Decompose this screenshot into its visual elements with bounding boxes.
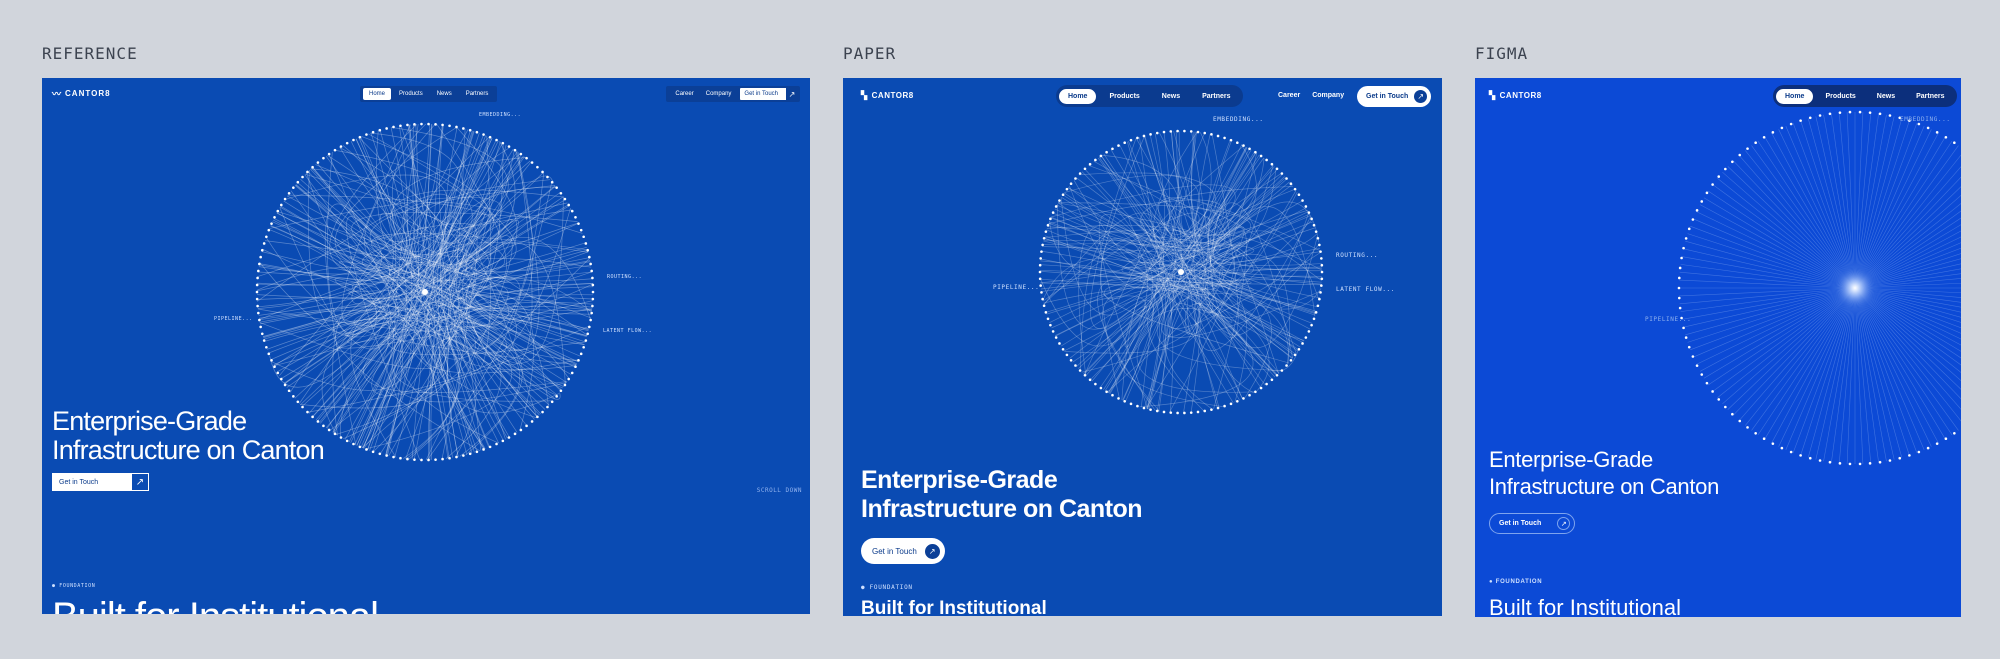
- logo-icon: ▚: [1489, 91, 1496, 100]
- arrow-up-right-icon: ↗: [786, 88, 798, 100]
- scroll-down-hint[interactable]: SCROLL DOWN: [757, 487, 802, 494]
- nav-item-partners[interactable]: Partners: [460, 88, 495, 100]
- diagram-label-routing: ROUTING...: [607, 274, 643, 280]
- center-node: [1178, 269, 1184, 275]
- diagram-label-latent-flow: LATENT FLOW...: [1336, 286, 1395, 293]
- hero-cta-label: Get in Touch: [1499, 520, 1542, 527]
- header-cta-label: Get in Touch: [1366, 93, 1409, 100]
- nav-item-news[interactable]: News: [1868, 89, 1904, 104]
- diagram-label-embedding: EMBEDDING...: [1213, 116, 1264, 123]
- arrow-up-right-icon: ↗: [1557, 517, 1571, 530]
- brand-logo[interactable]: ▚ CANTOR8: [1489, 91, 1542, 100]
- logo-text: CANTOR8: [871, 91, 914, 100]
- nav-item-products[interactable]: Products: [1100, 89, 1148, 104]
- arrow-up-right-icon: ↗: [1414, 90, 1428, 103]
- nav-item-home[interactable]: Home: [1059, 88, 1097, 104]
- network-circle-graphic: [255, 122, 595, 462]
- hero-headline: Enterprise-Grade Infrastructure on Canto…: [861, 466, 1221, 524]
- hero-headline-line2: Infrastructure on Canton: [1489, 474, 1720, 499]
- paper-panel: ▚ CANTOR8 Home Products News Partners Ca…: [843, 78, 1442, 616]
- diagram-label-pipeline: PIPELINE...: [993, 284, 1040, 291]
- logo-text: CANTOR8: [65, 89, 111, 98]
- hero-cta-button[interactable]: Get in Touch ↗: [52, 473, 149, 491]
- hero-cta-label: Get in Touch: [52, 473, 131, 491]
- hero-headline-line1: Enterprise-Grade: [861, 466, 1058, 494]
- diagram-label-pipeline: PIPELINE...: [1645, 316, 1692, 323]
- secondary-nav: Career Company Get in Touch ↗: [666, 86, 800, 102]
- section-title: Built for Institutional: [861, 598, 1047, 616]
- secondary-nav: Career Company: [1278, 92, 1344, 99]
- nav-link-company[interactable]: Company: [703, 91, 735, 97]
- main-nav: Home Products News Partners: [1773, 85, 1957, 107]
- nav-item-products[interactable]: Products: [393, 88, 429, 100]
- section-title: Built for Institutional: [52, 595, 379, 614]
- section-eyebrow-text: FOUNDATION: [1495, 579, 1543, 585]
- column-label-reference: REFERENCE: [42, 44, 138, 63]
- main-nav: Home Products News Partners: [1056, 85, 1243, 107]
- brand-logo[interactable]: ▚ CANTOR8: [861, 91, 914, 100]
- hero-headline-line2: Infrastructure on Canton: [861, 495, 1143, 523]
- header-cta-label: Get in Touch: [744, 91, 778, 97]
- diagram-label-latent-flow: LATENT FLOW...: [603, 328, 653, 334]
- column-label-paper: PAPER: [843, 44, 897, 63]
- center-glow: [1833, 266, 1877, 310]
- column-label-figma: FIGMA: [1475, 44, 1529, 63]
- nav-item-home[interactable]: Home: [363, 88, 392, 100]
- diagram-label-pipeline: PIPELINE...: [214, 316, 253, 322]
- section-eyebrow: ● FOUNDATION: [861, 584, 913, 591]
- hero-cta-button[interactable]: Get in Touch ↗: [1489, 513, 1576, 534]
- logo-icon: ▚: [861, 91, 868, 100]
- arrow-up-right-icon: ↗: [924, 543, 940, 559]
- section-eyebrow-text: FOUNDATION: [869, 584, 913, 591]
- nav-link-company[interactable]: Company: [1312, 92, 1344, 99]
- hero-cta-label: Get in Touch: [872, 546, 917, 556]
- section-eyebrow-text: FOUNDATION: [59, 583, 96, 589]
- header-cta-button[interactable]: Get in Touch ↗: [1357, 86, 1432, 107]
- nav-item-products[interactable]: Products: [1816, 89, 1864, 104]
- brand-logo[interactable]: 〰 CANTOR8: [52, 87, 111, 100]
- arrow-up-right-icon: ↗: [131, 473, 149, 491]
- hero-headline: Enterprise-Grade Infrastructure on Canto…: [1489, 446, 1829, 500]
- diagram-label-embedding: EMBEDDING...: [1900, 116, 1951, 123]
- diagram-label-embedding: EMBEDDING...: [479, 112, 522, 118]
- section-eyebrow: ● FOUNDATION: [52, 583, 96, 589]
- hero-headline-line2: Infrastructure on Canton: [52, 435, 325, 465]
- logo-icon: 〰: [52, 89, 63, 99]
- nav-item-news[interactable]: News: [431, 88, 458, 100]
- main-nav: Home Products News Partners: [360, 86, 498, 102]
- header-cta-button[interactable]: Get in Touch ↗: [740, 88, 798, 100]
- nav-link-career[interactable]: Career: [672, 91, 696, 97]
- network-circle-graphic: [1038, 129, 1324, 415]
- center-node: [422, 289, 428, 295]
- hero-headline-line1: Enterprise-Grade: [52, 406, 247, 436]
- nav-item-home[interactable]: Home: [1776, 88, 1814, 104]
- reference-panel: 〰 CANTOR8 Home Products News Partners Ca…: [42, 78, 810, 614]
- nav-link-career[interactable]: Career: [1278, 92, 1300, 99]
- section-title: Built for Institutional: [1489, 595, 1681, 617]
- hero-cta-button[interactable]: Get in Touch ↗: [861, 538, 945, 564]
- diagram-label-routing: ROUTING...: [1336, 252, 1379, 259]
- nav-item-partners[interactable]: Partners: [1193, 89, 1239, 104]
- radial-burst-graphic: [1677, 110, 1961, 466]
- logo-text: CANTOR8: [1499, 91, 1542, 100]
- section-eyebrow: ● FOUNDATION: [1489, 579, 1543, 585]
- hero-headline-line1: Enterprise-Grade: [1489, 447, 1653, 472]
- figma-panel: ▚ CANTOR8 Home Products News Partners EM…: [1475, 78, 1961, 617]
- nav-item-news[interactable]: News: [1153, 89, 1189, 104]
- hero-headline: Enterprise-Grade Infrastructure on Canto…: [52, 407, 472, 465]
- nav-item-partners[interactable]: Partners: [1907, 89, 1953, 104]
- burst-rays: [1679, 112, 1961, 464]
